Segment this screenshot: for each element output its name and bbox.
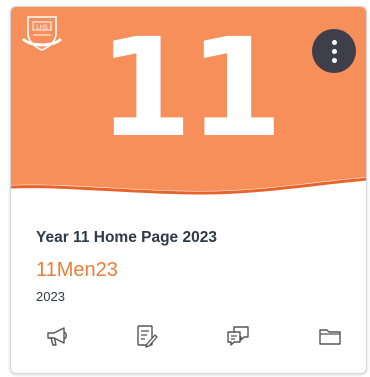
assignments-icon bbox=[137, 325, 158, 348]
course-card-options-button[interactable] bbox=[312, 29, 356, 73]
course-card-actions bbox=[11, 319, 366, 359]
school-logo: LHS bbox=[19, 13, 65, 57]
folder-icon bbox=[319, 329, 341, 345]
course-card-hero[interactable]: 11 LHS bbox=[11, 7, 366, 211]
more-vertical-icon bbox=[331, 39, 337, 45]
course-term: 2023 bbox=[36, 289, 65, 304]
course-code: 11Men23 bbox=[36, 259, 118, 281]
course-title[interactable]: Year 11 Home Page 2023 bbox=[36, 229, 217, 247]
discussions-button[interactable] bbox=[221, 319, 255, 353]
svg-text:LHS: LHS bbox=[36, 24, 48, 31]
announcements-button[interactable] bbox=[41, 319, 75, 353]
announcements-icon bbox=[47, 327, 67, 346]
files-button[interactable] bbox=[313, 319, 347, 353]
course-card[interactable]: 11 LHS Year 11 Home Page 2023 11Men23 20… bbox=[10, 6, 367, 374]
discussions-icon bbox=[227, 326, 249, 346]
assignments-button[interactable] bbox=[129, 319, 163, 353]
